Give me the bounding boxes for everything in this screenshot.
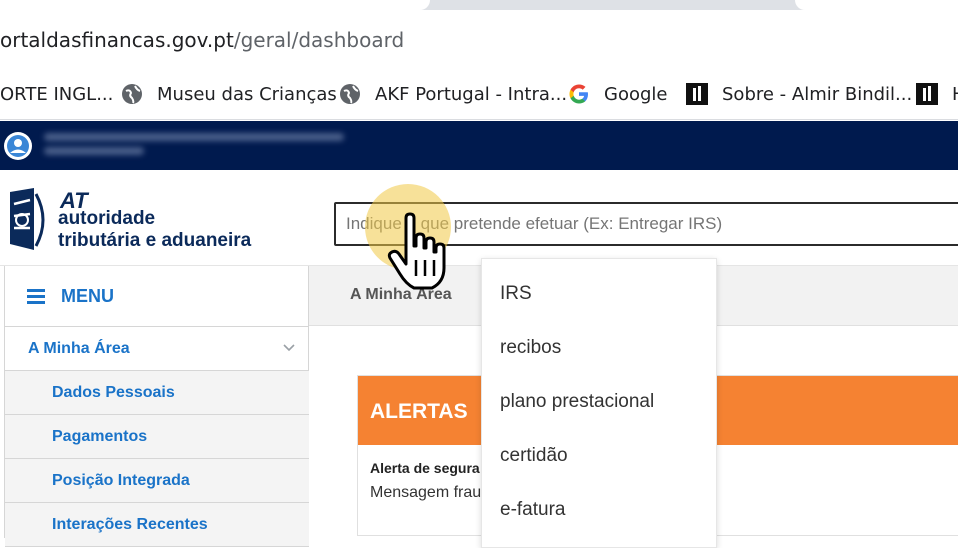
- url-path: /geral/dashboard: [233, 28, 405, 52]
- alert-item-text: Mensagem frau: [370, 484, 482, 501]
- logo-text-line1: autoridade: [58, 208, 156, 229]
- globe-icon: [121, 83, 143, 105]
- globe-icon: [339, 83, 361, 105]
- bookmark-label: Sobre - Almir Bindil...: [722, 83, 913, 105]
- url-host: ortaldasfinancas.gov.pt: [0, 28, 234, 52]
- menu-label: MENU: [61, 285, 114, 306]
- logo-text-line2: tributária e aduaneira: [58, 230, 252, 251]
- bookmarks-bar: ORTE INGL... Museu das Crianças AKF Port…: [0, 68, 958, 120]
- sidebar-item-interacoes-recentes[interactable]: Interações Recentes: [5, 503, 309, 547]
- bookmark-label: AKF Portugal - Intra...: [375, 83, 568, 105]
- sidebar-item-dados-pessoais[interactable]: Dados Pessoais: [5, 371, 309, 415]
- sidebar-item-label: Interações Recentes: [52, 515, 208, 533]
- sidebar-item-pagamentos[interactable]: Pagamentos: [5, 415, 309, 459]
- bookmark-item[interactable]: Sobre - Almir Bindil...: [686, 82, 912, 106]
- alert-item-title[interactable]: Alerta de segura: [370, 460, 480, 476]
- suggestion-item[interactable]: certidão: [500, 445, 568, 467]
- bookmark-item[interactable]: ORTE INGL...: [0, 82, 113, 106]
- site-icon: [686, 83, 708, 105]
- sidebar-item-posicao-integrada[interactable]: Posição Integrada: [5, 459, 309, 503]
- url-text[interactable]: ortaldasfinancas.gov.pt/geral/dashboard: [0, 28, 404, 52]
- sidebar-item-a-minha-area[interactable]: A Minha Área: [5, 327, 309, 371]
- google-icon: [568, 83, 590, 105]
- suggestion-item[interactable]: e-fatura: [500, 499, 565, 521]
- bookmark-item[interactable]: Museu das Crianças: [121, 82, 337, 106]
- search-suggestions-dropdown: IRS recibos plano prestacional certidão …: [481, 258, 717, 548]
- browser-tab-strip: [0, 0, 958, 10]
- suggestion-item[interactable]: recibos: [500, 337, 561, 359]
- user-info-redacted: [44, 133, 354, 161]
- bookmark-item[interactable]: AKF Portugal - Intra...: [339, 82, 567, 106]
- bookmark-label: H: [952, 84, 958, 105]
- sidebar-item-label: Dados Pessoais: [52, 383, 175, 401]
- browser-tab[interactable]: [795, 0, 958, 10]
- suggestion-item[interactable]: IRS: [500, 283, 532, 305]
- bookmark-label: ORTE INGL...: [0, 83, 114, 105]
- bookmark-item[interactable]: Google: [568, 82, 667, 106]
- menu-toggle-button[interactable]: MENU: [5, 266, 309, 327]
- sidebar-item-label: A Minha Área: [28, 339, 130, 357]
- bookmark-label: Google: [604, 83, 668, 105]
- site-icon: [916, 83, 938, 105]
- hand-pointer-icon: [387, 212, 446, 290]
- sidebar-item-label: Posição Integrada: [52, 471, 190, 489]
- at-logo-icon[interactable]: [6, 186, 52, 254]
- address-bar[interactable]: ortaldasfinancas.gov.pt/geral/dashboard: [0, 10, 958, 68]
- sidebar-menu: MENU A Minha Área Dados Pessoais Pagamen…: [4, 266, 309, 547]
- browser-tab[interactable]: [0, 0, 430, 10]
- bookmark-label: Museu das Crianças: [157, 83, 337, 105]
- portal-top-bar: [0, 121, 958, 170]
- alerts-title: ALERTAS: [370, 400, 468, 423]
- sidebar-item-label: Pagamentos: [52, 427, 148, 445]
- suggestion-item[interactable]: plano prestacional: [500, 391, 654, 413]
- chevron-down-icon: [283, 344, 295, 352]
- portal-header: AT autoridade tributária e aduaneira: [0, 170, 958, 266]
- user-avatar-icon[interactable]: [4, 132, 32, 160]
- bookmark-item[interactable]: H: [916, 82, 958, 106]
- hamburger-icon: [27, 286, 45, 307]
